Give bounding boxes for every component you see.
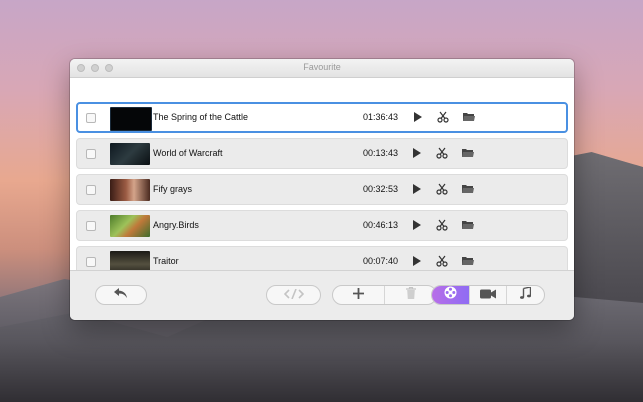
mode-video-button[interactable] <box>468 286 507 304</box>
scissors-icon[interactable] <box>435 254 449 268</box>
video-list: The Spring of the Cattle 01:36:43 World … <box>76 102 568 270</box>
select-checkbox[interactable] <box>86 113 96 123</box>
mode-film-button[interactable] <box>432 286 469 304</box>
video-thumbnail <box>110 107 152 131</box>
video-duration: 00:13:43 <box>363 148 399 158</box>
video-row[interactable]: The Spring of the Cattle 01:36:43 <box>76 102 568 133</box>
video-duration: 00:46:13 <box>363 220 399 230</box>
code-icon <box>283 288 304 302</box>
undo-arrow-icon <box>114 286 128 304</box>
scissors-icon[interactable] <box>435 182 449 196</box>
video-list-area: The Spring of the Cattle 01:36:43 World … <box>70 78 574 270</box>
folder-icon[interactable] <box>461 218 475 232</box>
select-checkbox[interactable] <box>86 149 96 159</box>
trash-icon <box>405 286 416 304</box>
title-bar[interactable]: Favourite <box>70 59 574 78</box>
plus-icon <box>353 286 364 304</box>
add-delete-group <box>332 285 437 305</box>
video-thumbnail <box>110 215 150 237</box>
video-row[interactable]: Traitor 00:07:40 <box>76 246 568 270</box>
video-name: Fify grays <box>153 184 193 194</box>
add-button[interactable] <box>333 286 384 304</box>
scissors-icon[interactable] <box>435 218 449 232</box>
embed-code-button[interactable] <box>266 285 321 305</box>
film-reel-icon <box>444 286 457 304</box>
back-button[interactable] <box>95 285 147 305</box>
folder-icon[interactable] <box>461 254 475 268</box>
select-checkbox[interactable] <box>86 257 96 267</box>
video-camera-icon <box>480 286 496 304</box>
video-thumbnail <box>110 143 150 165</box>
folder-icon[interactable] <box>461 182 475 196</box>
video-thumbnail <box>110 251 150 270</box>
video-row[interactable]: World of Warcraft 00:13:43 <box>76 138 568 169</box>
video-row[interactable]: Angry.Birds 00:46:13 <box>76 210 568 241</box>
video-name: Traitor <box>153 256 179 266</box>
video-duration: 00:07:40 <box>363 256 399 266</box>
folder-icon[interactable] <box>462 110 476 124</box>
video-row[interactable]: Fify grays 00:32:53 <box>76 174 568 205</box>
media-mode-switch <box>431 285 545 305</box>
play-icon[interactable] <box>410 254 424 268</box>
video-name: World of Warcraft <box>153 148 223 158</box>
play-icon[interactable] <box>411 110 425 124</box>
video-name: The Spring of the Cattle <box>153 112 249 122</box>
delete-button[interactable] <box>384 286 436 304</box>
scissors-icon[interactable] <box>435 146 449 160</box>
music-note-icon <box>520 286 532 304</box>
video-name: Angry.Birds <box>153 220 199 230</box>
video-duration: 00:32:53 <box>363 184 399 194</box>
select-checkbox[interactable] <box>86 221 96 231</box>
toolbar-footer <box>70 270 574 320</box>
video-thumbnail <box>110 179 150 201</box>
play-icon[interactable] <box>410 182 424 196</box>
favourite-window: Favourite The Spring of the Cattle 01:36… <box>70 59 574 320</box>
play-icon[interactable] <box>410 218 424 232</box>
scissors-icon[interactable] <box>436 110 450 124</box>
select-checkbox[interactable] <box>86 185 96 195</box>
mode-music-button[interactable] <box>506 286 544 304</box>
window-title: Favourite <box>303 62 341 72</box>
play-icon[interactable] <box>410 146 424 160</box>
video-duration: 01:36:43 <box>363 112 399 122</box>
folder-icon[interactable] <box>461 146 475 160</box>
